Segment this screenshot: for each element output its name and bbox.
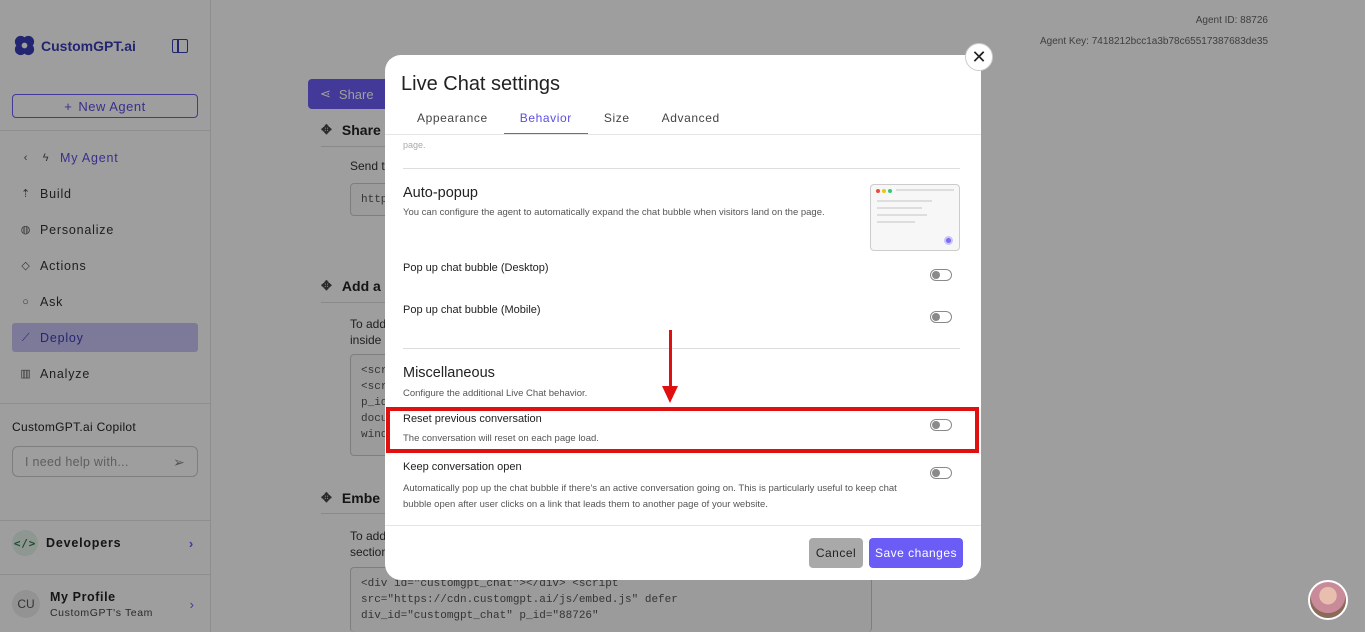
faded-text: page. [403,140,426,150]
placeholder-bar [877,221,915,223]
tab-advanced[interactable]: Advanced [646,108,736,135]
support-avatar[interactable] [1308,580,1348,620]
tab-bar: Appearance Behavior Size Advanced [401,108,736,135]
keep-open-label: Keep conversation open [403,461,522,473]
misc-heading: Miscellaneous [403,365,495,381]
divider [385,134,981,135]
auto-popup-description: You can configure the agent to automatic… [403,207,825,218]
popup-desktop-label: Pop up chat bubble (Desktop) [403,262,549,274]
divider [385,525,981,526]
close-icon[interactable]: ✕ [965,43,993,71]
keep-open-toggle[interactable] [930,467,952,479]
divider [403,168,960,169]
modal-title: Live Chat settings [401,73,560,95]
chat-bubble-icon [944,236,953,245]
popup-mobile-toggle[interactable] [930,311,952,323]
misc-description: Configure the additional Live Chat behav… [403,388,588,399]
tab-behavior[interactable]: Behavior [503,108,588,135]
dot [876,189,880,193]
desc-line: bubble open after user clicks on a link … [403,499,768,510]
dot [882,189,886,193]
popup-mobile-label: Pop up chat bubble (Mobile) [403,304,541,316]
tab-size[interactable]: Size [588,108,646,135]
window-dots [876,189,892,193]
chat-preview-image [870,184,960,251]
tab-appearance[interactable]: Appearance [401,108,504,135]
placeholder-bar [877,214,927,216]
auto-popup-heading: Auto-popup [403,185,478,201]
desc-line: Automatically pop up the chat bubble if … [403,483,897,494]
keep-open-description: Automatically pop up the chat bubble if … [403,481,923,513]
placeholder-bar [877,200,932,202]
popup-desktop-toggle[interactable] [930,269,952,281]
dot [888,189,892,193]
annotation-arrow-head [662,386,678,403]
placeholder-bar [896,189,954,191]
cancel-button[interactable]: Cancel [809,538,863,568]
live-chat-settings-modal: Live Chat settings Appearance Behavior S… [385,55,981,580]
placeholder-bar [877,207,922,209]
annotation-arrow-shaft [669,330,672,388]
annotation-highlight-box [386,407,979,453]
save-changes-button[interactable]: Save changes [869,538,963,568]
divider [403,348,960,349]
